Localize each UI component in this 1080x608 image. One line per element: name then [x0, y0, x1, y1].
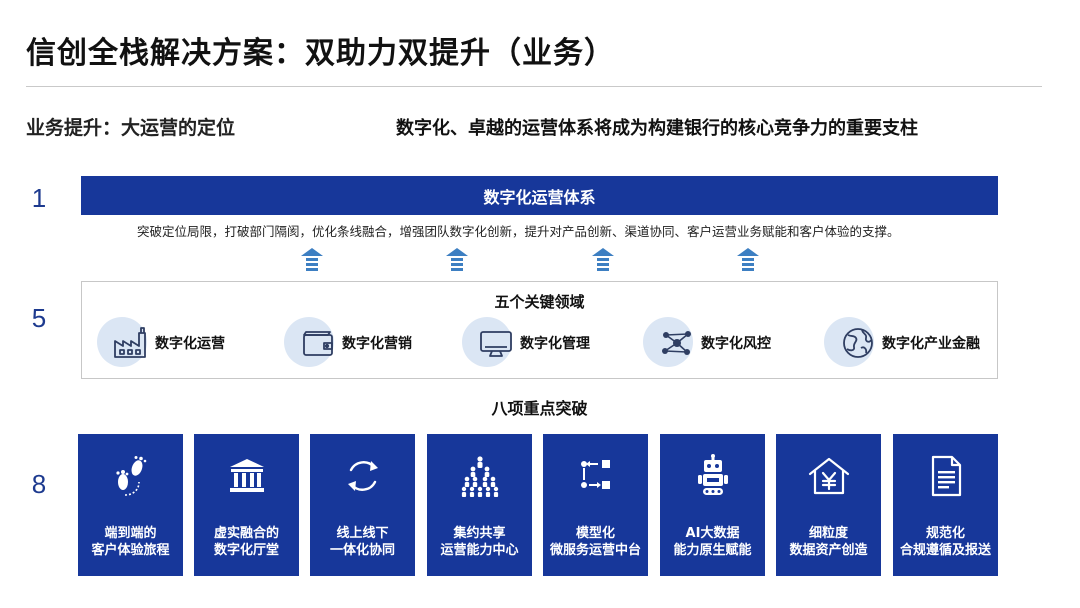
breakthrough-card: 虚实融合的 数字化厅堂 — [194, 434, 299, 576]
system-label: 数字化运营体系 — [483, 187, 596, 207]
breakthrough-label: 线上线下 一体化协同 — [329, 526, 395, 558]
people-group-icon — [461, 456, 498, 497]
domain-item-operations: 数字化运营 — [97, 315, 225, 371]
breakthrough-card: 模型化 微服务运营中台 — [543, 434, 648, 576]
breakthrough-card: 端到端的 客户体验旅程 — [78, 434, 183, 576]
breakthrough-label: 端到端的 客户体验旅程 — [91, 526, 170, 558]
domain-item-risk-control: 数字化风控 — [643, 315, 771, 371]
flow-icon — [580, 460, 610, 489]
globe-icon — [843, 328, 873, 358]
up-arrow-icon — [592, 248, 614, 271]
wallet-icon — [303, 331, 333, 356]
domain-label: 数字化风控 — [701, 336, 771, 352]
network-icon — [662, 331, 691, 355]
system-band: 数字化运营体系 — [81, 176, 998, 215]
breakthrough-card: AI大数据 能力原生赋能 — [660, 434, 765, 576]
bank-building-icon — [229, 459, 264, 492]
page-title: 信创全栈解决方案：双助力双提升（业务） — [26, 36, 615, 71]
domain-item-management: 数字化管理 — [462, 315, 590, 371]
subtitle-right: 数字化、卓越的运营体系将成为构建银行的核心竞争力的重要支柱 — [396, 118, 918, 139]
breakthrough-label: AI大数据 能力原生赋能 — [673, 526, 752, 558]
breakthrough-card: 线上线下 一体化协同 — [310, 434, 415, 576]
breakthrough-label: 规范化 合规遵循及报送 — [899, 526, 991, 558]
domain-item-marketing: 数字化营销 — [284, 315, 412, 371]
up-arrow-icon — [737, 248, 759, 271]
domain-label: 数字化运营 — [155, 336, 225, 352]
domain-item-industry-finance: 数字化产业金融 — [824, 315, 980, 371]
subtitle-left: 业务提升：大运营的定位 — [26, 117, 236, 139]
breakthrough-label: 细粒度 数据资产创造 — [789, 526, 868, 558]
breakthrough-card: 规范化 合规遵循及报送 — [893, 434, 998, 576]
robot-icon — [697, 454, 728, 495]
sync-icon — [347, 461, 378, 491]
row-number-1: 1 — [31, 183, 47, 213]
monitor-icon — [480, 331, 512, 357]
breakthrough-label: 模型化 微服务运营中台 — [549, 526, 641, 558]
breakthrough-card: 细粒度 数据资产创造 — [776, 434, 881, 576]
system-description: 突破定位局限，打破部门隔阂，优化条线融合，增强团队数字化创新，提升对产品创新、渠… — [137, 224, 900, 239]
domains-title: 五个关键领域 — [494, 293, 585, 311]
breakthrough-card: 集约共享 运营能力中心 — [427, 434, 532, 576]
yuan-house-icon — [808, 457, 849, 495]
breakthrough-label: 虚实融合的 数字化厅堂 — [213, 526, 279, 558]
key-domains-panel: 五个关键领域 数字化运营 数字化营销 数字化管理 数字化风控 数字化产业金融 — [81, 281, 998, 379]
up-arrow-icon — [301, 248, 323, 271]
row-number-8: 8 — [31, 469, 47, 499]
up-arrow-icon — [446, 248, 468, 271]
document-icon — [931, 455, 961, 497]
breakthroughs-title: 八项重点突破 — [491, 399, 588, 418]
footprints-icon — [115, 456, 146, 496]
row-number-5: 5 — [31, 303, 47, 333]
breakthrough-label: 集约共享 运营能力中心 — [440, 526, 519, 558]
title-divider — [26, 86, 1042, 87]
domain-label: 数字化产业金融 — [882, 336, 980, 352]
domain-label: 数字化管理 — [520, 336, 590, 352]
domain-label: 数字化营销 — [342, 336, 412, 352]
factory-icon — [114, 327, 146, 358]
